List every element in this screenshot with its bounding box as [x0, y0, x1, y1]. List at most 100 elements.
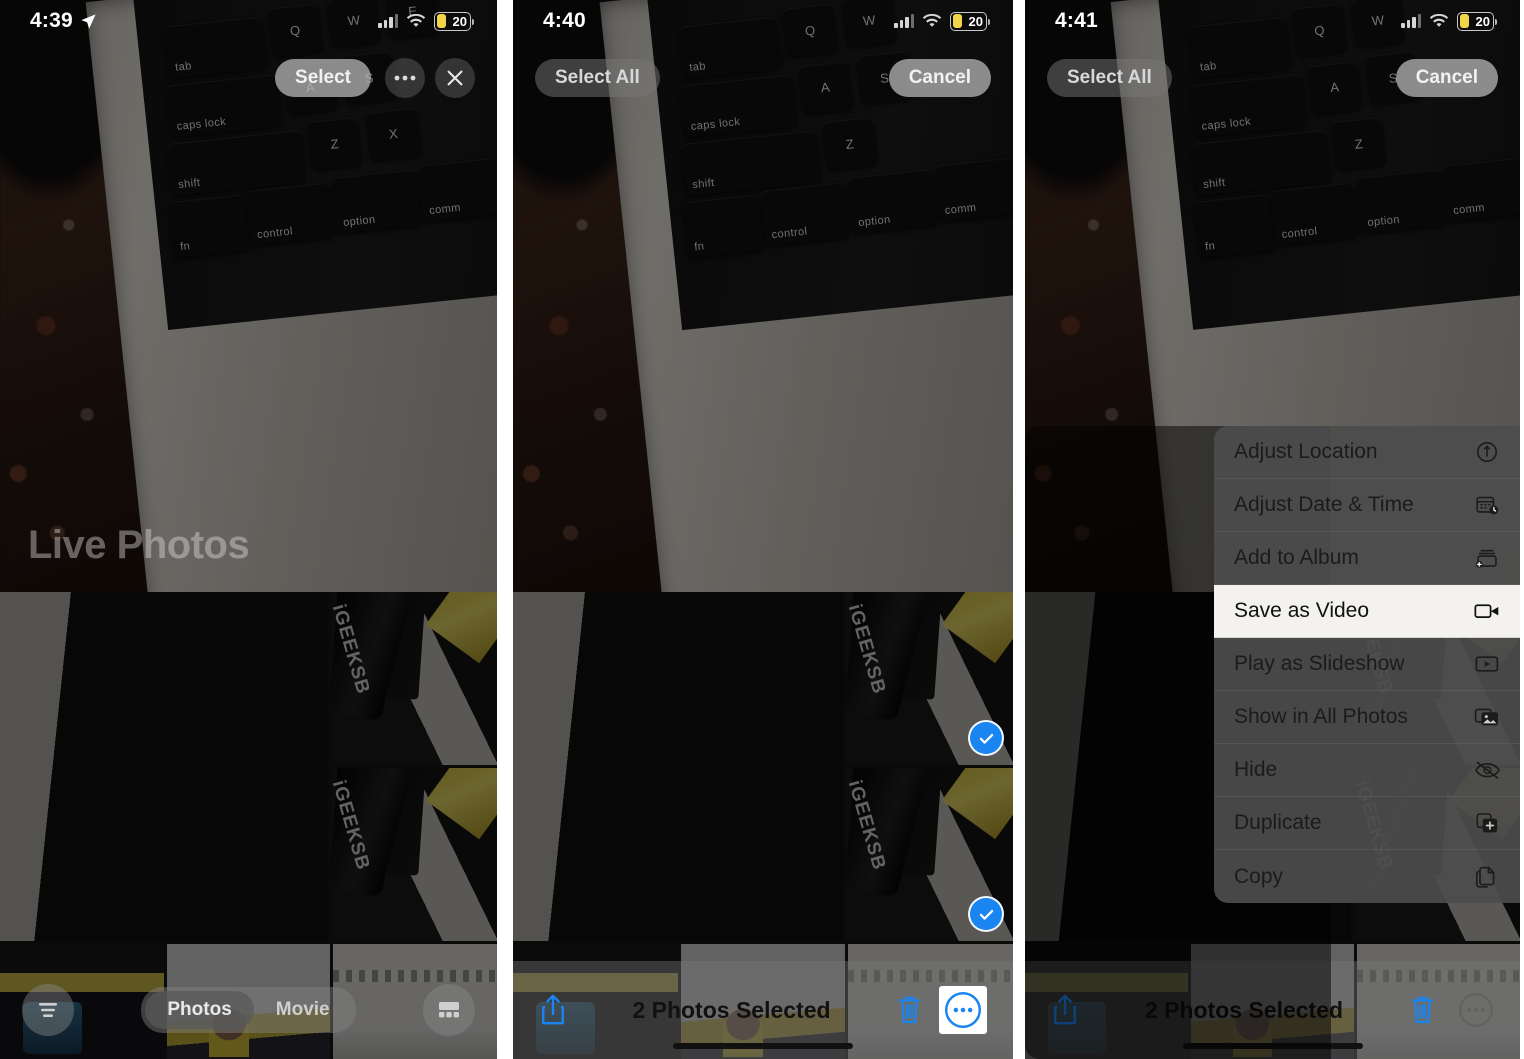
cellular-signal-icon	[378, 14, 398, 28]
select-button[interactable]: Select	[275, 59, 371, 97]
keycap-fn: fn	[1192, 195, 1274, 259]
menu-item-add-to-album[interactable]: Add to Album	[1214, 532, 1520, 585]
keycap-command: comm	[933, 157, 1013, 222]
more-options-highlight	[939, 986, 987, 1034]
menu-item-label: Adjust Location	[1234, 440, 1378, 463]
top-action-row: Select	[0, 52, 497, 104]
menu-item-duplicate[interactable]: Duplicate	[1214, 797, 1520, 850]
menu-item-label: Adjust Date & Time	[1234, 493, 1414, 516]
wifi-icon	[1429, 13, 1449, 29]
browse-toolbar: Photos Movie	[0, 961, 497, 1059]
keycap-z: Z	[822, 117, 878, 171]
filter-lines-icon[interactable]	[22, 984, 74, 1036]
grid-cell-thumb[interactable]: iGEEKSB	[331, 768, 497, 941]
video-camera-icon	[1472, 596, 1502, 626]
keycap-option: option	[846, 170, 938, 235]
eye-slash-icon	[1472, 755, 1502, 785]
menu-item-hide[interactable]: Hide	[1214, 744, 1520, 797]
keycap-option: option	[331, 170, 422, 235]
battery-level: 20	[452, 13, 467, 29]
grid-cell-large[interactable]	[513, 592, 844, 941]
layout-grid-icon[interactable]	[423, 984, 475, 1036]
cellular-signal-icon	[1401, 14, 1421, 28]
media-type-segmented-control[interactable]: Photos Movie	[141, 987, 356, 1033]
status-time: 4:41	[1055, 9, 1098, 32]
select-all-button[interactable]: Select All	[535, 59, 660, 97]
menu-item-copy[interactable]: Copy	[1214, 850, 1520, 903]
battery-indicator: 20	[434, 11, 474, 31]
status-bar: 4:41 20	[1025, 0, 1520, 42]
menu-item-save-as-video[interactable]: Save as Video	[1214, 585, 1520, 638]
panel-menu: tab Q W caps lock A S shift Z fn control…	[1025, 0, 1520, 1059]
battery-indicator: 20	[1457, 11, 1497, 31]
selection-check-icon	[968, 720, 1004, 756]
battery-indicator: 20	[950, 11, 990, 31]
share-upload-icon[interactable]	[1051, 993, 1079, 1027]
copy-pages-icon	[1472, 862, 1502, 892]
home-indicator	[673, 1043, 853, 1049]
share-upload-icon[interactable]	[539, 993, 567, 1027]
album-title: Live Photos	[28, 523, 250, 567]
panel-selected: tab Q W caps lock A S shift Z fn control…	[513, 0, 1013, 1059]
wifi-icon	[406, 13, 426, 29]
cancel-button[interactable]: Cancel	[1395, 59, 1498, 97]
keycaps: tab Q W E caps lock A S shift Z X fn con…	[132, 0, 497, 331]
menu-item-adjust-date-time[interactable]: Adjust Date & Time	[1214, 479, 1520, 532]
close-x-icon[interactable]	[435, 58, 475, 98]
keycap-control: control	[760, 182, 851, 247]
keycap-option: option	[1355, 170, 1446, 235]
top-action-row: Select All Cancel	[1025, 52, 1520, 104]
menu-item-play-as-slideshow[interactable]: Play as Slideshow	[1214, 638, 1520, 691]
keycap-z: Z	[1331, 117, 1386, 171]
play-rectangle-icon	[1472, 649, 1502, 679]
duplicate-plus-icon	[1472, 808, 1502, 838]
wifi-icon	[922, 13, 942, 29]
panel-browse: tab Q W E caps lock A S shift Z X fn con…	[0, 0, 497, 1059]
keycap-fn: fn	[168, 195, 250, 259]
context-menu: Adjust Location Adjust Date & Time Add t…	[1214, 426, 1520, 903]
battery-level: 20	[1475, 13, 1490, 29]
menu-item-show-in-all-photos[interactable]: Show in All Photos	[1214, 691, 1520, 744]
selection-count-label: 2 Photos Selected	[632, 996, 831, 1023]
trash-icon[interactable]	[1409, 994, 1436, 1026]
selection-count-label: 2 Photos Selected	[1144, 996, 1344, 1023]
selection-check-icon	[968, 896, 1004, 932]
select-all-button[interactable]: Select All	[1047, 59, 1172, 97]
tab-photos[interactable]: Photos	[145, 991, 254, 1029]
calendar-clock-icon	[1472, 490, 1502, 520]
status-bar: 4:40 20	[513, 0, 1013, 42]
album-add-icon	[1472, 543, 1502, 573]
top-action-row: Select All Cancel	[513, 52, 1013, 104]
home-indicator	[1182, 1043, 1363, 1049]
cancel-button[interactable]: Cancel	[888, 59, 991, 97]
menu-item-label: Save as Video	[1234, 599, 1370, 622]
status-time-group: 4:39	[30, 9, 97, 33]
grid-cell-thumb-selected[interactable]: iGEEKSB	[847, 768, 1013, 941]
keycap-fn: fn	[682, 195, 765, 259]
keyboard-deck: tab Q W E caps lock A S shift Z X fn con…	[132, 0, 497, 331]
menu-item-label: Copy	[1234, 864, 1284, 888]
grid-cell-thumb-selected[interactable]: iGEEKSB	[847, 592, 1013, 765]
more-circle-icon[interactable]	[1458, 992, 1494, 1028]
keycap-control: control	[245, 182, 336, 247]
keycap-command: comm	[1441, 157, 1520, 222]
menu-item-label: Add to Album	[1234, 546, 1359, 569]
location-pin-circle-icon	[1472, 437, 1502, 467]
status-time: 4:39	[30, 9, 73, 32]
keycap-z: Z	[307, 117, 363, 171]
screenshot-strip: tab Q W E caps lock A S shift Z X fn con…	[0, 0, 1524, 1059]
battery-level: 20	[968, 13, 983, 29]
ellipsis-icon[interactable]	[385, 58, 425, 98]
keycap-x: X	[366, 107, 422, 162]
keycap-control: control	[1269, 182, 1360, 247]
trash-icon[interactable]	[896, 994, 923, 1026]
menu-item-label: Hide	[1234, 758, 1278, 781]
grid-cell-large[interactable]	[0, 592, 328, 941]
grid-cell-thumb[interactable]: iGEEKSB	[331, 592, 497, 765]
status-time: 4:40	[543, 9, 586, 32]
photos-stack-icon	[1472, 702, 1502, 732]
tab-movie[interactable]: Movie	[254, 991, 352, 1029]
more-circle-icon[interactable]	[944, 991, 982, 1029]
menu-item-adjust-location[interactable]: Adjust Location	[1214, 426, 1520, 479]
status-indicators: 20	[378, 11, 474, 31]
